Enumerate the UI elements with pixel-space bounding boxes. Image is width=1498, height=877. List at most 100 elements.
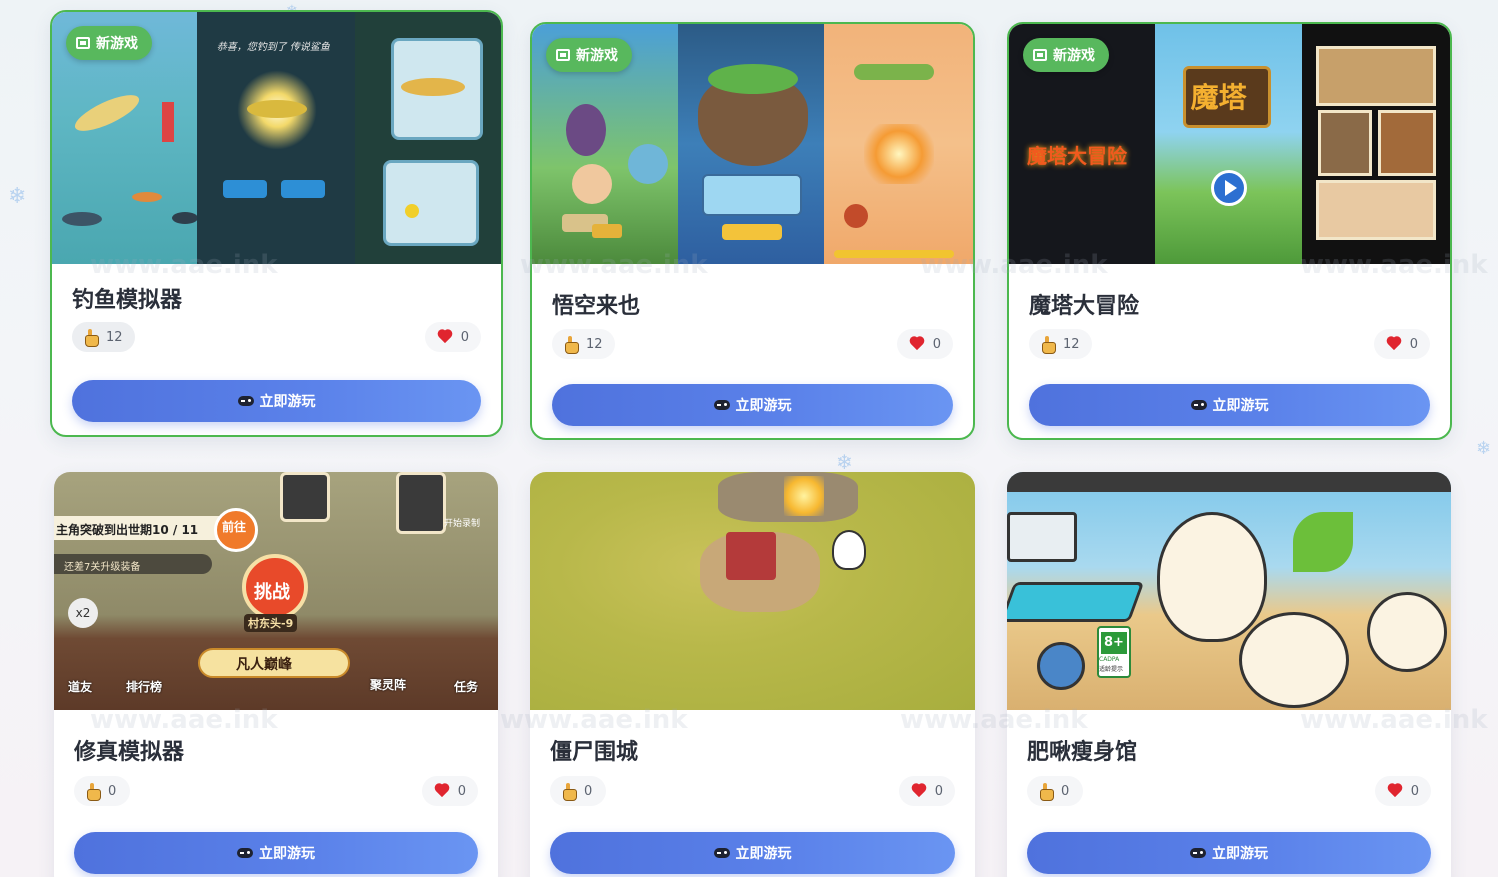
screenshot-panel: 8+ CADPA 适龄提示 (1007, 472, 1451, 710)
watermark: www.aae.ink (1300, 705, 1488, 735)
watermark: www.aae.ink (90, 705, 278, 735)
watermark: www.aae.ink (900, 705, 1088, 735)
game-card[interactable]: 魔塔大冒险 魔塔 新游戏 魔塔大冒险 12 0 立即游玩 (1007, 22, 1452, 440)
pointer-hand-icon (84, 329, 99, 347)
game-grid: ❄ ❄ ❄ ❄ ❄ ❄ 恭喜，您钓到了 传说鲨鱼 (0, 0, 1498, 877)
screenshot-panel (355, 12, 501, 264)
game-card[interactable]: 新游戏 悟空来也 12 0 立即游玩 (530, 22, 975, 440)
game-card[interactable]: 主角突破到出世期10 / 11 前往 还差7关升级装备 挑战 村东头-9 x2 … (54, 472, 498, 877)
watermark: www.aae.ink (500, 705, 688, 735)
thumb-menu-item: 聚灵阵 (370, 678, 407, 692)
gamepad-icon (1190, 848, 1206, 858)
play-now-label: 立即游玩 (1212, 398, 1269, 414)
new-game-badge: 新游戏 (66, 26, 152, 60)
screenshot-panel (678, 24, 824, 264)
pointer-hand-icon (1041, 336, 1056, 354)
play-count-value: 0 (584, 783, 593, 799)
game-card[interactable]: 僵尸围城 0 0 立即游玩 (530, 472, 975, 877)
like-count-value: 0 (457, 783, 466, 799)
thumb-hint: 还差7关升级装备 (64, 562, 141, 573)
like-count-value: 0 (934, 783, 943, 799)
game-thumbnail[interactable]: 主角突破到出世期10 / 11 前往 还差7关升级装备 挑战 村东头-9 x2 … (54, 472, 498, 710)
thumb-caption: 恭喜，您钓到了 传说鲨鱼 (216, 42, 330, 53)
play-now-label: 立即游玩 (259, 846, 315, 862)
thumb-logo: 魔塔大冒险 (1027, 144, 1127, 168)
play-now-button[interactable]: 立即游玩 (550, 832, 955, 874)
game-title: 悟空来也 (552, 294, 641, 319)
badge-label: 新游戏 (96, 36, 138, 52)
gamepad-icon (1190, 400, 1207, 410)
heart-icon (1387, 784, 1403, 798)
play-count: 0 (1027, 776, 1083, 806)
play-now-label: 立即游玩 (735, 398, 792, 414)
new-icon (1033, 49, 1047, 61)
play-count: 0 (74, 776, 130, 806)
game-title: 钓鱼模拟器 (72, 288, 183, 313)
pointer-hand-icon (562, 783, 577, 801)
thumb-goto: 前往 (222, 520, 247, 534)
play-count: 12 (72, 322, 135, 352)
play-now-label: 立即游玩 (259, 394, 316, 410)
play-now-button[interactable]: 立即游玩 (1027, 832, 1431, 874)
screenshot-panel (530, 472, 975, 710)
play-count-value: 0 (1061, 783, 1070, 799)
screenshot-panel: 主角突破到出世期10 / 11 前往 还差7关升级装备 挑战 村东头-9 x2 … (54, 472, 498, 710)
pointer-hand-icon (564, 336, 579, 354)
screenshot-panel: 魔塔 (1154, 24, 1303, 264)
game-title: 魔塔大冒险 (1029, 294, 1140, 319)
watermark: www.aae.ink (1300, 250, 1488, 280)
play-now-label: 立即游玩 (735, 846, 792, 862)
heart-icon (437, 330, 453, 344)
snowflake-icon: ❄ (8, 184, 27, 209)
heart-icon (434, 784, 450, 798)
play-count-value: 12 (106, 329, 123, 345)
like-count-value: 0 (932, 336, 941, 352)
like-button[interactable]: 0 (424, 322, 481, 352)
badge-label: 新游戏 (576, 48, 618, 64)
watermark: www.aae.ink (90, 250, 278, 280)
like-button[interactable]: 0 (421, 776, 478, 806)
gamepad-icon (237, 848, 253, 858)
thumb-record: 开始录制 (444, 519, 481, 529)
rating-org: CADPA (1099, 656, 1120, 663)
heart-icon (909, 337, 925, 351)
heart-icon (911, 784, 927, 798)
watermark: www.aae.ink (920, 250, 1108, 280)
thumb-realm: 凡人巅峰 (236, 657, 292, 673)
thumb-x2: x2 (68, 598, 98, 628)
age-rating: 8+ (1101, 632, 1127, 654)
new-icon (556, 49, 570, 61)
screenshot-panel (824, 24, 973, 264)
like-button[interactable]: 0 (896, 329, 953, 359)
pointer-hand-icon (1039, 783, 1054, 801)
gamepad-icon (713, 400, 730, 410)
like-button[interactable]: 0 (898, 776, 955, 806)
screenshot-panel (1302, 24, 1450, 264)
like-button[interactable]: 0 (1373, 329, 1430, 359)
game-card[interactable]: 8+ CADPA 适龄提示 肥啾瘦身馆 0 0 立即游玩 (1007, 472, 1451, 877)
thumb-logo: 魔塔 (1190, 81, 1247, 114)
game-thumbnail[interactable]: 8+ CADPA 适龄提示 (1007, 472, 1451, 710)
game-thumbnail[interactable] (530, 472, 975, 710)
gamepad-icon (237, 396, 254, 406)
pointer-hand-icon (86, 783, 101, 801)
thumb-stage: 村东头-9 (244, 614, 298, 632)
rating-sub: 适龄提示 (1099, 666, 1124, 673)
like-button[interactable]: 0 (1374, 776, 1431, 806)
play-count: 0 (550, 776, 606, 806)
play-now-button[interactable]: 立即游玩 (1029, 384, 1430, 426)
play-count-value: 12 (1063, 336, 1080, 352)
game-title: 修真模拟器 (74, 740, 185, 765)
play-now-button[interactable]: 立即游玩 (74, 832, 478, 874)
play-now-button[interactable]: 立即游玩 (72, 380, 481, 422)
like-count-value: 0 (1409, 336, 1418, 352)
snowflake-icon: ❄ (1476, 438, 1492, 459)
game-card[interactable]: 恭喜，您钓到了 传说鲨鱼 新游戏 钓鱼模拟器 12 0 立即游玩 (50, 10, 503, 437)
thumb-menu-item: 排行榜 (126, 680, 163, 694)
new-game-badge: 新游戏 (1023, 38, 1109, 72)
heart-icon (1386, 337, 1402, 351)
new-icon (76, 37, 90, 49)
play-count: 12 (1029, 329, 1092, 359)
badge-label: 新游戏 (1053, 48, 1095, 64)
play-now-button[interactable]: 立即游玩 (552, 384, 953, 426)
